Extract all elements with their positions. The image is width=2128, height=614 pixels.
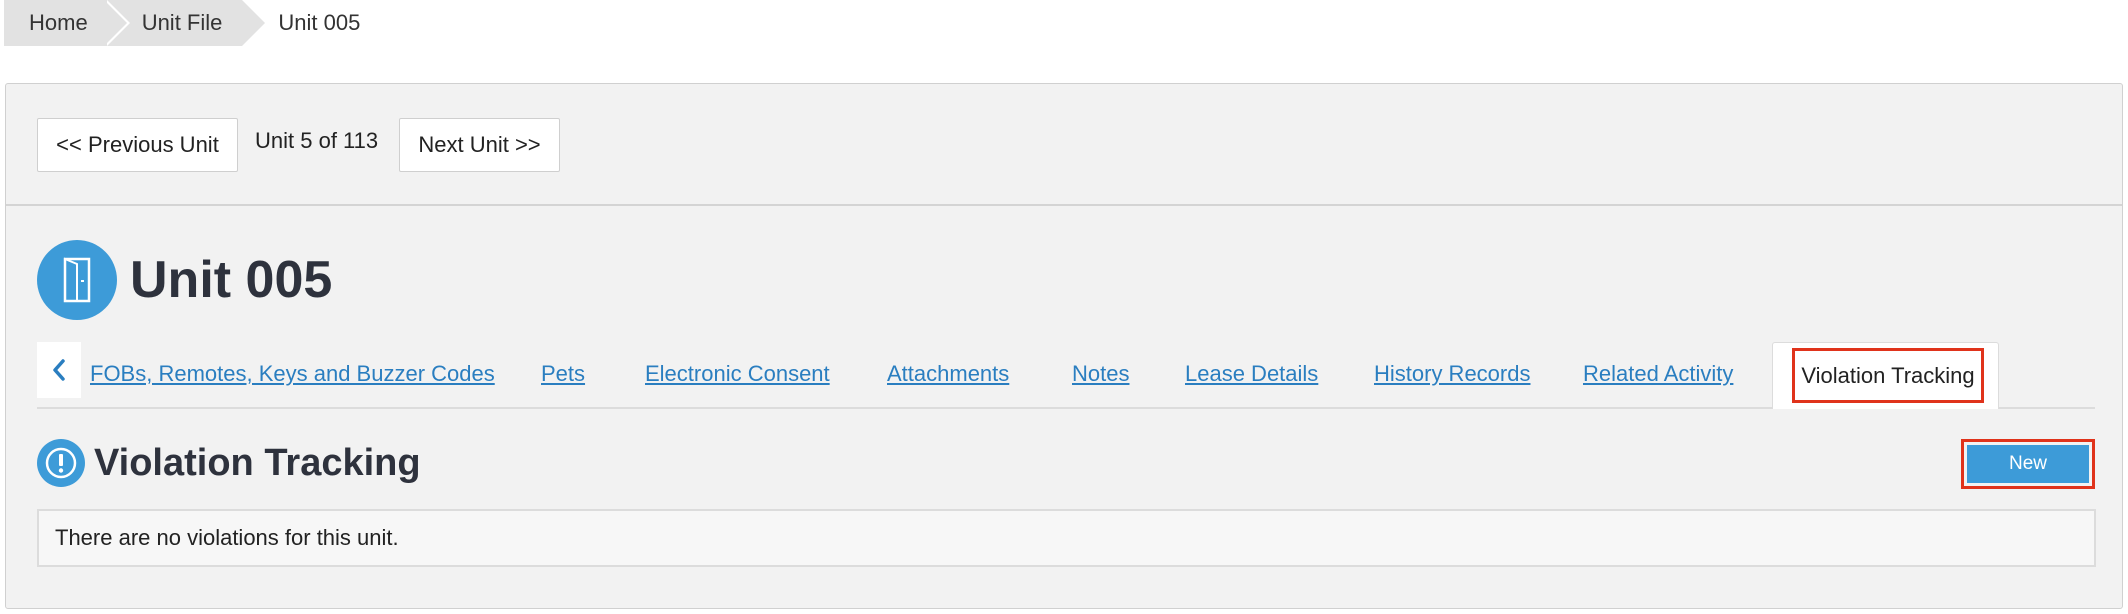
unit-header: Unit 005: [37, 240, 332, 320]
section-title: Violation Tracking: [94, 441, 421, 484]
tab-pets[interactable]: Pets: [541, 361, 585, 387]
empty-state-message: There are no violations for this unit.: [37, 509, 2096, 567]
exclamation-icon: [37, 439, 85, 487]
next-unit-button[interactable]: Next Unit >>: [399, 118, 560, 172]
tab-lease-details[interactable]: Lease Details: [1185, 361, 1318, 387]
new-button-highlight: New: [1961, 439, 2095, 489]
tab-notes[interactable]: Notes: [1072, 361, 1129, 387]
section-header: Violation Tracking: [37, 439, 421, 487]
breadcrumb: Home Unit File Unit 005: [4, 0, 361, 46]
unit-pager: << Previous Unit Unit 5 of 113 Next Unit…: [6, 84, 2122, 206]
new-violation-button[interactable]: New: [1967, 445, 2089, 483]
tab-violation-tracking-label: Violation Tracking: [1792, 348, 1984, 403]
chevron-left-icon: [53, 359, 65, 381]
unit-panel: << Previous Unit Unit 5 of 113 Next Unit…: [5, 83, 2123, 609]
tab-scroll-left-button[interactable]: [37, 342, 81, 398]
tab-electronic-consent[interactable]: Electronic Consent: [645, 361, 830, 387]
door-icon: [37, 240, 117, 320]
unit-tabs: FOBs, Remotes, Keys and Buzzer Codes Pet…: [37, 342, 2095, 409]
page-title: Unit 005: [130, 251, 333, 309]
tab-fobs-remotes-keys[interactable]: FOBs, Remotes, Keys and Buzzer Codes: [90, 361, 495, 387]
previous-unit-button[interactable]: << Previous Unit: [37, 118, 238, 172]
tab-related-activity[interactable]: Related Activity: [1583, 361, 1733, 387]
unit-count: Unit 5 of 113: [255, 128, 379, 153]
breadcrumb-home[interactable]: Home: [4, 0, 130, 46]
tab-history-records[interactable]: History Records: [1374, 361, 1530, 387]
tab-violation-tracking[interactable]: Violation Tracking: [1772, 342, 1999, 409]
tab-attachments[interactable]: Attachments: [887, 361, 1009, 387]
